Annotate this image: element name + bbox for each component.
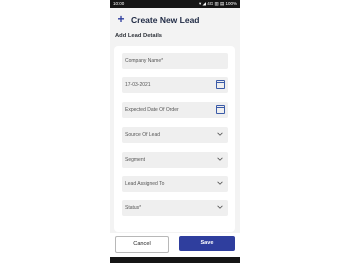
- chevron-down-icon: [216, 130, 225, 139]
- expected-date-field[interactable]: Expected Date Of Order: [122, 102, 228, 118]
- status-time: 10:00: [113, 1, 125, 6]
- company-name-field[interactable]: Company Name*: [122, 53, 228, 69]
- status-label: Status*: [125, 205, 142, 211]
- status-icons: ▾ ◢ 4G ▥ ▤ 100%: [199, 1, 237, 6]
- source-of-lead-select[interactable]: Source Of Lead: [122, 127, 228, 143]
- footer-actions: Cancel Save: [110, 233, 240, 257]
- system-nav-bar: [110, 257, 240, 263]
- phone-screen: 10:00 ▾ ◢ 4G ▥ ▤ 100% + Create New Lead …: [110, 0, 240, 263]
- lead-assigned-to-select[interactable]: Lead Assigned To: [122, 176, 228, 192]
- lead-date-field[interactable]: 17-03-2021: [122, 77, 228, 93]
- calendar-icon[interactable]: [216, 80, 225, 89]
- segment-label: Segment: [125, 157, 146, 163]
- chevron-down-icon: [216, 155, 225, 164]
- chevron-down-icon: [216, 179, 225, 188]
- chevron-down-icon: [216, 203, 225, 212]
- section-title: Add Lead Details: [115, 33, 163, 39]
- source-of-lead-label: Source Of Lead: [125, 132, 161, 138]
- lead-date-value: 17-03-2021: [125, 82, 151, 88]
- company-name-label: Company Name*: [125, 58, 164, 64]
- header: + Create New Lead: [110, 8, 240, 33]
- segment-select[interactable]: Segment: [122, 152, 228, 168]
- status-select[interactable]: Status*: [122, 200, 228, 216]
- expected-date-label: Expected Date Of Order: [125, 107, 179, 113]
- plus-icon[interactable]: +: [116, 13, 126, 25]
- lead-form-card: Company Name* 17-03-2021 Expected Date O…: [114, 46, 235, 232]
- page-title: Create New Lead: [131, 15, 200, 25]
- status-bar: 10:00 ▾ ◢ 4G ▥ ▤ 100%: [110, 0, 240, 8]
- calendar-icon[interactable]: [216, 105, 225, 114]
- lead-assigned-to-label: Lead Assigned To: [125, 181, 165, 187]
- save-button[interactable]: Save: [179, 236, 235, 251]
- cancel-button[interactable]: Cancel: [115, 236, 169, 253]
